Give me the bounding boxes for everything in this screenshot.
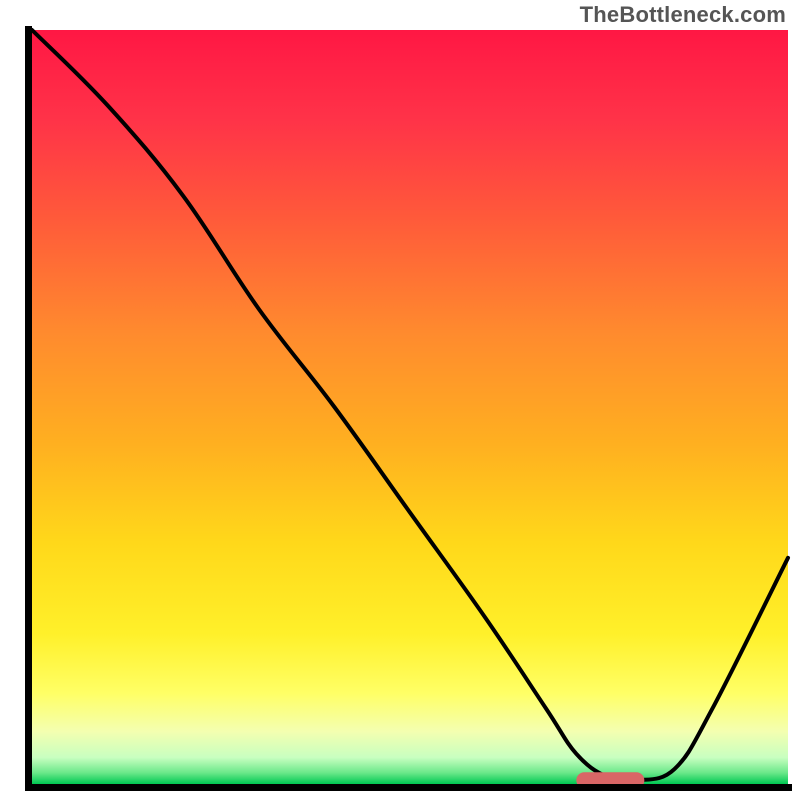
chart-container: { "watermark": "TheBottleneck.com", "cha… [0,0,800,800]
watermark-text: TheBottleneck.com [580,2,786,28]
bottleneck-chart [0,0,800,800]
plot-background [32,30,788,784]
